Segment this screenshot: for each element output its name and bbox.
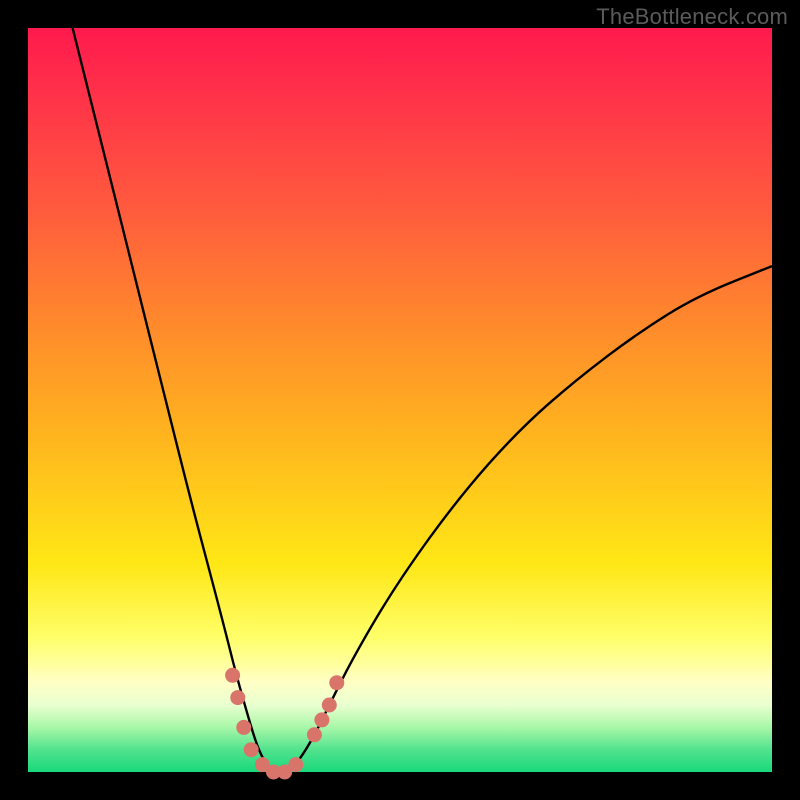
curve-marker — [231, 691, 245, 705]
curve-layer — [28, 28, 772, 772]
curve-markers — [226, 668, 344, 779]
plot-area — [28, 28, 772, 772]
curve-marker — [307, 728, 321, 742]
curve-marker — [226, 668, 240, 682]
curve-marker — [244, 743, 258, 757]
curve-marker — [289, 758, 303, 772]
chart-frame: TheBottleneck.com — [0, 0, 800, 800]
curve-marker — [322, 698, 336, 712]
curve-marker — [237, 720, 251, 734]
bottleneck-curve — [73, 28, 772, 772]
watermark-text: TheBottleneck.com — [596, 4, 788, 30]
curve-marker — [330, 676, 344, 690]
curve-marker — [315, 713, 329, 727]
